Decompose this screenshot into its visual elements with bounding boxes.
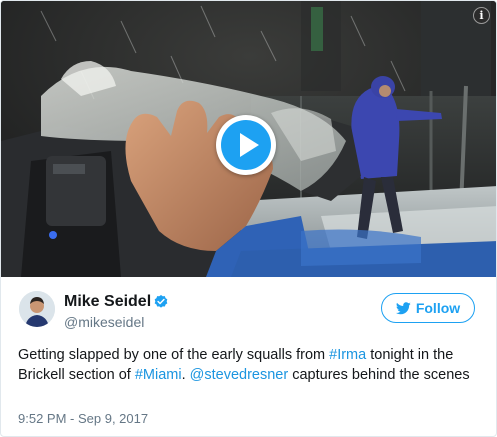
play-icon	[240, 133, 259, 157]
tweet-text-segment: .	[181, 367, 190, 383]
author-name[interactable]: Mike Seidel	[64, 293, 151, 311]
tweet-text: Getting slapped by one of the early squa…	[18, 345, 488, 385]
mention-link[interactable]: @stevedresner	[190, 367, 289, 383]
author-handle[interactable]: @mikeseidel	[64, 314, 144, 330]
follow-button-label: Follow	[415, 300, 461, 316]
embedded-tweet-card: i Mike Seidel @mikeseidel Follow Getting…	[0, 0, 497, 437]
hashtag-link-miami[interactable]: #Miami	[135, 367, 182, 383]
tweet-text-segment: Getting slapped by one of the early squa…	[18, 347, 330, 363]
play-button-circle	[221, 120, 271, 170]
info-icon[interactable]: i	[473, 7, 490, 24]
verified-badge-icon	[154, 295, 168, 308]
tweet-text-segment: captures behind the scenes	[288, 367, 470, 383]
twitter-bird-icon	[395, 301, 411, 314]
follow-button[interactable]: Follow	[381, 293, 475, 323]
avatar[interactable]	[19, 291, 55, 327]
play-button[interactable]	[216, 115, 276, 175]
tweet-video[interactable]: i	[1, 1, 496, 277]
hashtag-link-irma[interactable]: #Irma	[329, 347, 366, 363]
tweet-timestamp[interactable]: 9:52 PM - Sep 9, 2017	[18, 411, 148, 426]
